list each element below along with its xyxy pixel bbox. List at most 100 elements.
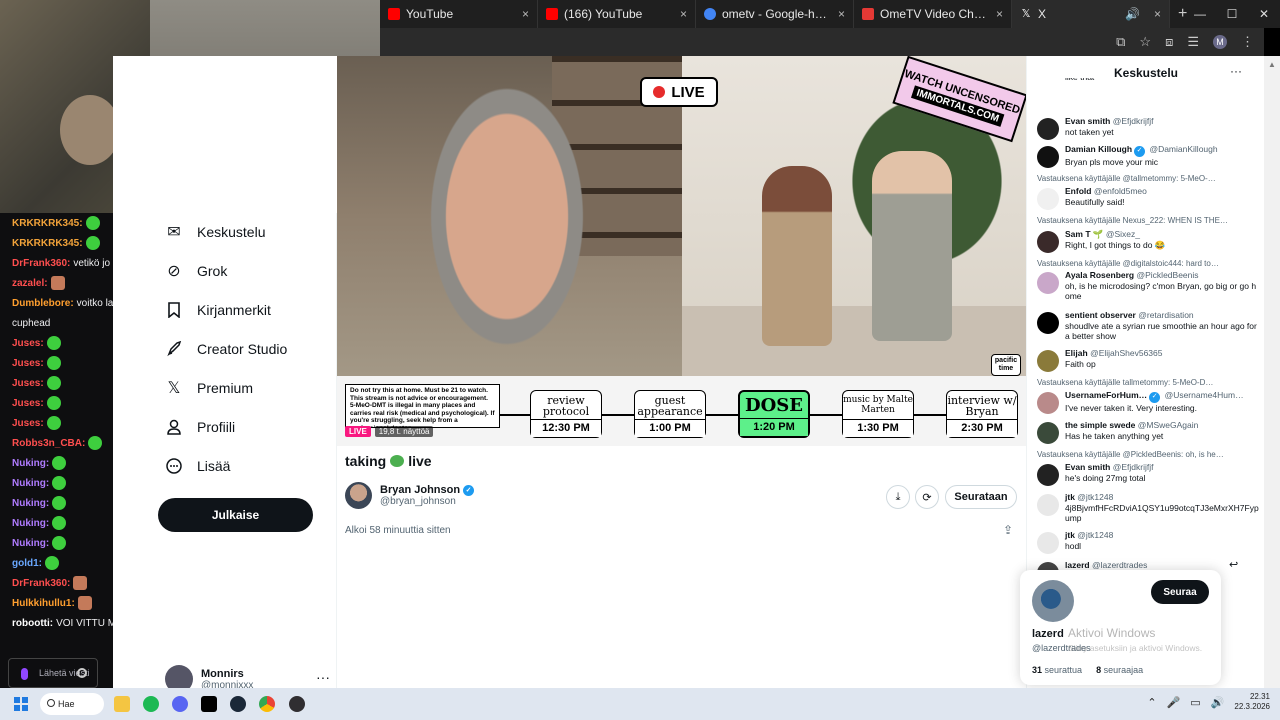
minimize-button[interactable]: —	[1184, 0, 1216, 28]
bookmark-star-icon[interactable]: ☆	[1139, 34, 1151, 50]
nav-item-creator-studio[interactable]: Creator Studio	[165, 340, 287, 358]
chat-username[interactable]: the simple swede	[1065, 420, 1135, 430]
speaker-icon[interactable]: 🔊	[1125, 7, 1140, 21]
scroll-up-icon[interactable]: ▲	[1268, 60, 1276, 69]
twitch-username[interactable]: Hulkkihullu1:	[12, 598, 75, 609]
twitch-username[interactable]: KRKRKRK345:	[12, 238, 83, 249]
video-player[interactable]: LIVE WATCH UNCENSORED IMMORTALS.COM paci…	[337, 56, 1026, 446]
tab-close-icon[interactable]: ×	[522, 7, 529, 21]
chat-username[interactable]: Ayala Rosenberg	[1065, 270, 1134, 280]
windows-start-icon[interactable]	[14, 697, 28, 711]
chat-username[interactable]: Sam T 🌱	[1065, 229, 1103, 239]
spotify-icon[interactable]	[143, 696, 159, 712]
hovercard-avatar[interactable]	[1032, 580, 1074, 622]
reading-list-icon[interactable]: ☰	[1187, 34, 1199, 50]
chat-message[interactable]: UsernameForHum… ✓ @Username4Hum… I've neve…	[1037, 390, 1259, 414]
emoji-icon[interactable]	[77, 668, 87, 678]
taskbar-search[interactable]: Hae	[40, 693, 104, 715]
nav-item-lisaa[interactable]: Lisää	[165, 457, 230, 475]
twitch-username[interactable]: Nuking:	[12, 478, 49, 489]
twitch-username[interactable]: gold1:	[12, 558, 42, 569]
twitch-username[interactable]: robootti:	[12, 618, 53, 629]
following-stat[interactable]: 31 seurattua	[1032, 665, 1082, 675]
file-explorer-icon[interactable]	[114, 696, 130, 712]
post-button[interactable]: Julkaise	[158, 498, 313, 532]
chat-message[interactable]: jtk @jtk1248 4j8BjvmfHFcRDviA1QSY1u99otcq…	[1037, 492, 1259, 524]
twitch-username[interactable]: Nuking:	[12, 458, 49, 469]
twitch-username[interactable]: Nuking:	[12, 498, 49, 509]
chat-username[interactable]: Evan smith	[1065, 462, 1110, 472]
chat-message[interactable]: like that	[1037, 78, 1259, 96]
reply-icon[interactable]: ↩	[1229, 558, 1238, 571]
avatar[interactable]	[1037, 272, 1059, 294]
repost-button[interactable]: ⟳	[915, 485, 939, 509]
avatar[interactable]	[1037, 422, 1059, 444]
chat-message[interactable]: jtk @jtk1248 hodl	[1037, 530, 1259, 554]
twitch-username[interactable]: Nuking:	[12, 538, 49, 549]
nav-item-premium[interactable]: 𝕏 Premium	[165, 379, 253, 397]
close-window-button[interactable]: ✕	[1248, 0, 1280, 28]
browser-menu-icon[interactable]: ⋮	[1241, 34, 1254, 50]
chat-username[interactable]: Elijah	[1065, 348, 1088, 358]
avatar[interactable]	[1037, 494, 1059, 516]
nav-item-grok[interactable]: ⊘ Grok	[165, 262, 227, 280]
browser-tab[interactable]: ometv - Google-haku ×	[696, 0, 854, 28]
twitch-username[interactable]: Juses:	[12, 338, 44, 349]
host-info[interactable]: Bryan Johnson ✓ @bryan_johnson	[345, 482, 475, 509]
browser-tab-active[interactable]: 𝕏 X 🔊 ×	[1012, 0, 1170, 28]
chat-message[interactable]: the simple swede @MSweGAgain Has he taken…	[1037, 420, 1259, 444]
nav-item-kirjanmerkit[interactable]: Kirjanmerkit	[165, 301, 271, 319]
avatar[interactable]	[1037, 464, 1059, 486]
chat-username[interactable]: sentient observer	[1065, 310, 1136, 320]
avatar[interactable]	[1037, 532, 1059, 554]
install-app-icon[interactable]: ⧉	[1116, 34, 1125, 50]
chat-username[interactable]: Enfold	[1065, 186, 1091, 196]
avatar[interactable]	[1037, 118, 1059, 140]
twitch-username[interactable]: Nuking:	[12, 518, 49, 529]
steam-icon[interactable]	[230, 696, 246, 712]
twitch-username[interactable]: Juses:	[12, 418, 44, 429]
chat-message[interactable]: sentient observer @retardisation shoudlve…	[1037, 310, 1259, 342]
more-icon[interactable]: ···	[316, 669, 330, 685]
x-app-icon[interactable]	[201, 696, 217, 712]
tab-close-icon[interactable]: ×	[680, 7, 687, 21]
twitch-username[interactable]: Juses:	[12, 358, 44, 369]
avatar[interactable]	[1037, 350, 1059, 372]
dock-video-button[interactable]: ⤓	[886, 485, 910, 509]
nav-item-keskustelu[interactable]: ✉ Keskustelu	[165, 223, 265, 241]
browser-tab[interactable]: OmeTV Video Chat — Omegle ×	[854, 0, 1012, 28]
avatar[interactable]	[1037, 231, 1059, 253]
twitch-username[interactable]: zazalel:	[12, 278, 48, 289]
chat-message[interactable]: Evan smith @Efjdkrijfjf he's doing 27mg t…	[1037, 462, 1259, 486]
extensions-icon[interactable]: ⧈	[1165, 34, 1173, 50]
twitch-chat-input[interactable]: Lähetä viesti	[8, 658, 98, 688]
chat-messages[interactable]: like that Evan smith @Efjdkrijfjfnot take…	[1027, 78, 1265, 573]
chat-message[interactable]: Elijah @ElijahShev56365 Faith op	[1037, 348, 1259, 372]
chat-username[interactable]: Evan smith	[1065, 116, 1110, 126]
chrome-icon[interactable]	[259, 696, 275, 712]
host-avatar[interactable]	[345, 482, 372, 509]
twitch-username[interactable]: Robbs3n_CBA:	[12, 438, 85, 449]
tab-close-icon[interactable]: ×	[838, 7, 845, 21]
network-icon[interactable]: ▭	[1190, 696, 1200, 709]
twitch-username[interactable]: KRKRKRK345:	[12, 218, 83, 229]
tab-close-icon[interactable]: ×	[1154, 7, 1161, 21]
discord-icon[interactable]	[172, 696, 188, 712]
chat-username[interactable]: UsernameForHum…	[1065, 390, 1147, 400]
follow-button[interactable]: Seuraa	[1151, 580, 1209, 604]
volume-icon[interactable]: 🔊	[1211, 696, 1225, 709]
chat-username[interactable]: jtk	[1065, 492, 1075, 502]
twitch-username[interactable]: Juses:	[12, 378, 44, 389]
avatar[interactable]	[1037, 146, 1059, 168]
chat-message[interactable]: Ayala Rosenberg @PickledBeenis oh, is he …	[1037, 270, 1259, 302]
chevron-up-icon[interactable]: ⌃	[1147, 696, 1156, 709]
twitch-username[interactable]: Dumblebore:	[12, 298, 74, 309]
chat-message[interactable]: Evan smith @Efjdkrijfjf not taken yet	[1037, 116, 1259, 140]
share-icon[interactable]: ⇪	[1003, 523, 1013, 537]
chat-message[interactable]: Damian Killough ✓ @DamianKillough Bryan pl…	[1037, 144, 1259, 168]
tab-close-icon[interactable]: ×	[996, 7, 1003, 21]
microphone-icon[interactable]: 🎤	[1167, 696, 1181, 709]
twitch-username[interactable]: Juses:	[12, 398, 44, 409]
avatar[interactable]	[1037, 188, 1059, 210]
avatar[interactable]	[1037, 312, 1059, 334]
